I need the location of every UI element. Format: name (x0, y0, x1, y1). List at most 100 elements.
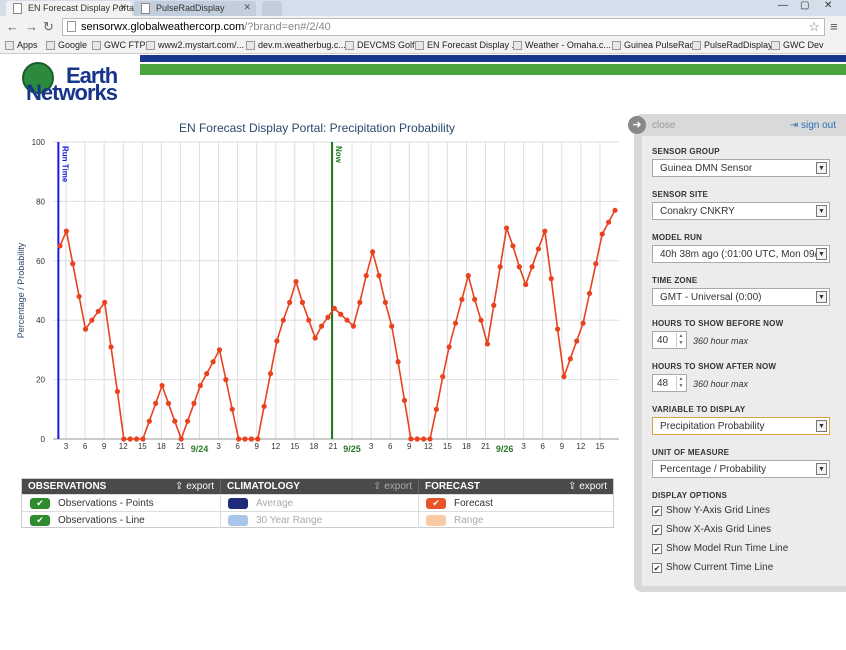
climatology-export-button[interactable]: ⇪ export (373, 481, 412, 492)
bookmark-apps[interactable]: Apps (5, 40, 38, 50)
check-icon[interactable]: ✔ (30, 498, 50, 509)
sign-out-link[interactable]: ⇥ sign out (790, 120, 836, 131)
forecast-point (484, 341, 491, 347)
forecast-point (102, 299, 108, 305)
maximize-icon[interactable]: ▢ (800, 0, 809, 11)
header-stripe-blue (140, 55, 846, 62)
x-tick-label: 21 (481, 442, 490, 451)
sensor-group-select[interactable]: Guinea DMN Sensor ▼ (652, 159, 830, 177)
forecast-point (382, 299, 388, 305)
legend-clim-average[interactable]: Average (220, 494, 418, 511)
forecast-header: FORECAST ⇪ export (418, 479, 613, 494)
forecast-point (95, 308, 101, 314)
color-swatch[interactable] (228, 515, 248, 526)
bookmark-guinea-pulserad[interactable]: Guinea PulseRad (612, 40, 695, 50)
panel-close-row: ➜ close ⇥ sign out (628, 114, 846, 136)
bookmark-devcms-golf[interactable]: DEVCMS Golf (345, 40, 415, 50)
color-swatch[interactable] (228, 498, 248, 509)
reload-icon[interactable]: ↻ (43, 19, 54, 35)
hours-after-label: HOURS TO SHOW AFTER NOW (652, 362, 777, 371)
new-tab-button[interactable] (262, 1, 282, 16)
page-icon (692, 41, 701, 50)
date-label: 9/24 (191, 444, 209, 454)
menu-icon[interactable]: ≡ (830, 19, 838, 34)
tab-label: PulseRadDisplay (156, 3, 225, 13)
unit-select[interactable]: Percentage / Probability ▼ (652, 460, 830, 478)
legend-obs-points[interactable]: ✔ Observations - Points (22, 494, 220, 511)
tab-pulseraddisplay[interactable]: PulseRadDisplay ✕ (134, 1, 256, 16)
browser-tab-bar: EN Forecast Display Portal ✕ PulseRadDis… (0, 0, 846, 16)
close-icon[interactable]: ✕ (119, 2, 127, 13)
x-tick-label: 6 (388, 442, 393, 451)
dropdown-arrow-icon: ▼ (816, 420, 827, 432)
x-tick-label: 12 (576, 442, 585, 451)
forecast-point (82, 326, 89, 332)
checkbox-checked-icon[interactable]: ✔ (652, 563, 662, 573)
spinner-arrows-icon[interactable]: ▲ ▼ (676, 333, 685, 347)
minimize-icon[interactable]: — (778, 0, 788, 11)
page-icon (13, 3, 22, 14)
bookmark-en-forecast[interactable]: EN Forecast Display ... (415, 40, 519, 50)
x-tick-label: 6 (83, 442, 88, 451)
forecast-point (357, 299, 363, 305)
legend-forecast-range[interactable]: Range (418, 511, 613, 528)
forecast-point (408, 436, 414, 442)
arrow-right-icon[interactable]: ➜ (628, 116, 646, 134)
forecast-point (114, 388, 121, 395)
legend-forecast[interactable]: ✔ Forecast (418, 494, 613, 511)
color-swatch[interactable] (426, 515, 446, 526)
close-window-icon[interactable]: ✕ (824, 0, 832, 11)
forecast-point (184, 418, 191, 424)
checkbox-checked-icon[interactable]: ✔ (652, 525, 662, 535)
legend-obs-line[interactable]: ✔ Observations - Line (22, 511, 220, 528)
star-icon[interactable]: ☆ (808, 19, 820, 35)
forecast-point (312, 335, 318, 341)
forecast-point (369, 249, 376, 255)
sensor-site-select[interactable]: Conakry CNKRY ▼ (652, 202, 830, 220)
time-zone-select[interactable]: GMT - Universal (0:00) ▼ (652, 288, 830, 306)
y-tick-label: 40 (36, 316, 45, 325)
legend-clim-30yr[interactable]: 30 Year Range (220, 511, 418, 528)
model-run-select[interactable]: 40h 38m ago (:01:00 UTC, Mon 09/2 ▼ (652, 245, 830, 263)
tab-en-forecast[interactable]: EN Forecast Display Portal ✕ (6, 1, 136, 16)
close-icon[interactable]: ✕ (243, 2, 251, 13)
forecast-point (293, 278, 299, 285)
check-icon[interactable]: ✔ (426, 498, 446, 509)
x-tick-label: 15 (595, 442, 604, 451)
x-tick-label: 9 (407, 442, 412, 451)
forecast-point (172, 418, 178, 424)
bookmark-mystart[interactable]: www2.mystart.com/... (146, 40, 244, 50)
page-icon (246, 41, 255, 50)
hours-before-stepper[interactable]: 40 ▲ ▼ (652, 331, 687, 349)
checkbox-checked-icon[interactable]: ✔ (652, 544, 662, 554)
x-tick-label: 9 (560, 442, 565, 451)
forecast-point (127, 436, 133, 442)
forecast-point (561, 374, 567, 380)
spinner-arrows-icon[interactable]: ▲ ▼ (676, 376, 685, 390)
bookmark-google[interactable]: Google (46, 40, 87, 50)
check-icon[interactable]: ✔ (30, 515, 50, 526)
bookmark-weatherbug[interactable]: dev.m.weatherbug.c... (246, 40, 346, 50)
dropdown-arrow-icon: ▼ (816, 463, 827, 475)
back-icon[interactable]: ← (6, 19, 19, 34)
bookmark-weather-omaha[interactable]: Weather - Omaha.c... (513, 40, 611, 50)
bookmark-gwc-ftp[interactable]: GWC FTP (92, 40, 146, 50)
forecast-point (612, 207, 618, 213)
climatology-header: CLIMATOLOGY ⇪ export (220, 479, 418, 494)
checkbox-checked-icon[interactable]: ✔ (652, 506, 662, 516)
url-input[interactable]: sensorwx.globalweathercorp.com/?brand=en… (62, 18, 825, 36)
close-panel-link[interactable]: close (652, 120, 675, 131)
forecast-point (210, 359, 216, 365)
bookmark-gwc-dev[interactable]: GWC Dev (771, 40, 824, 50)
forecast-export-button[interactable]: ⇪ export (568, 481, 607, 492)
forecast-point (299, 299, 306, 305)
variable-select[interactable]: Precipitation Probability ▼ (652, 417, 830, 435)
forecast-point (414, 436, 420, 442)
forward-icon[interactable]: → (25, 19, 38, 34)
dropdown-arrow-icon: ▼ (816, 291, 827, 303)
observations-export-button[interactable]: ⇪ export (175, 481, 214, 492)
hours-after-stepper[interactable]: 48 ▲ ▼ (652, 374, 687, 392)
y-tick-label: 0 (41, 435, 46, 444)
forecast-point (523, 281, 529, 288)
bookmark-pulseraddisplay[interactable]: PulseRadDisplay (692, 40, 773, 50)
